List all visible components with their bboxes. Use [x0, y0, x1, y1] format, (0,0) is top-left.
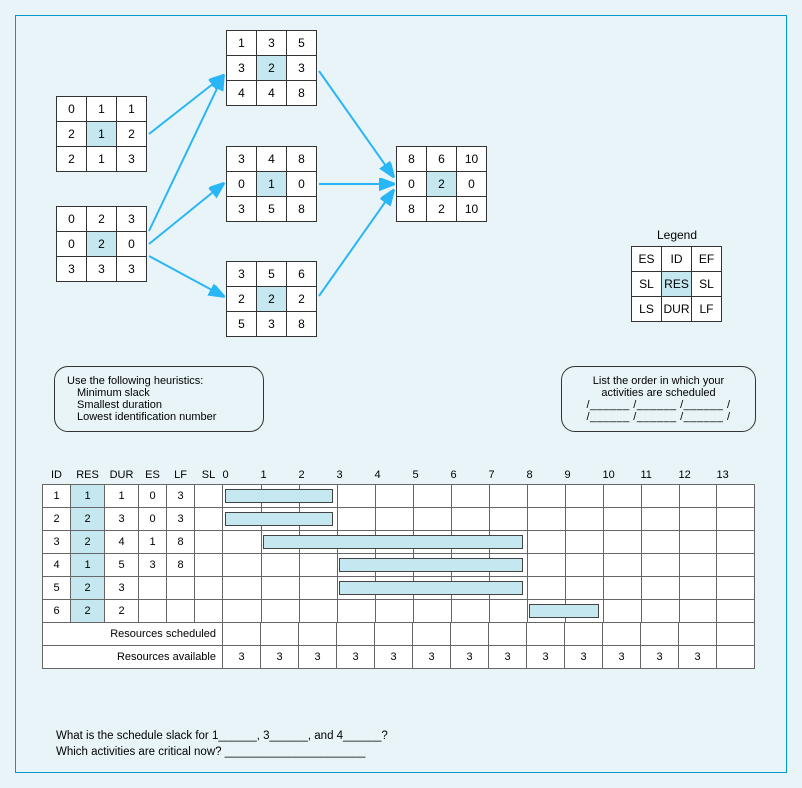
time-3: 3	[337, 466, 375, 484]
order-blanks-1: /______ /______ /______ /	[574, 399, 743, 411]
order-box: List the order in which your activities …	[561, 366, 756, 432]
heuristics-title: Use the following heuristics:	[67, 375, 251, 387]
row-available: Resources available3333333333333	[43, 645, 755, 668]
gantt-bar	[529, 604, 599, 618]
gantt-row: 32418	[43, 530, 755, 553]
col-dur: DUR	[105, 466, 139, 484]
time-9: 9	[565, 466, 603, 484]
heuristic-1: Minimum slack	[77, 387, 251, 399]
time-12: 12	[679, 466, 717, 484]
page: 011 212 213 023 020 333 135 323 448 348 …	[0, 0, 802, 788]
time-13: 13	[717, 466, 755, 484]
time-0: 0	[223, 466, 261, 484]
order-title-line1: List the order in which your	[574, 375, 743, 387]
heuristics-box: Use the following heuristics: Minimum sl…	[54, 366, 264, 432]
col-lf: LF	[167, 466, 195, 484]
time-6: 6	[451, 466, 489, 484]
question-1: What is the schedule slack for 1______, …	[56, 728, 388, 744]
heuristic-2: Smallest duration	[77, 399, 251, 411]
time-11: 11	[641, 466, 679, 484]
gantt-row: 22303	[43, 507, 755, 530]
row-scheduled: Resources scheduled	[43, 622, 755, 645]
network-arrows	[16, 16, 786, 346]
questions: What is the schedule slack for 1______, …	[56, 728, 388, 760]
gantt-bar	[225, 489, 333, 503]
time-4: 4	[375, 466, 413, 484]
time-10: 10	[603, 466, 641, 484]
gantt-bar	[339, 558, 523, 572]
gantt-row: 523	[43, 576, 755, 599]
order-blanks-2: /______ /______ /______ /	[574, 411, 743, 423]
gantt-bar	[263, 535, 523, 549]
order-title-line2: activities are scheduled	[574, 387, 743, 399]
time-7: 7	[489, 466, 527, 484]
gantt-row: 41538	[43, 553, 755, 576]
col-res: RES	[71, 466, 105, 484]
gantt-row: 622	[43, 599, 755, 622]
gantt-row: 11103	[43, 484, 755, 507]
col-sl: SL	[195, 466, 223, 484]
gantt-bar	[225, 512, 333, 526]
time-8: 8	[527, 466, 565, 484]
gantt-bar	[339, 581, 523, 595]
time-2: 2	[299, 466, 337, 484]
time-5: 5	[413, 466, 451, 484]
heuristic-3: Lowest identification number	[77, 411, 251, 423]
time-1: 1	[261, 466, 299, 484]
col-es: ES	[139, 466, 167, 484]
question-2: Which activities are critical now? _____…	[56, 744, 388, 760]
col-id: ID	[43, 466, 71, 484]
diagram-container: 011 212 213 023 020 333 135 323 448 348 …	[15, 15, 787, 773]
gantt-table: IDRESDURESLFSL01234567891011121311103223…	[42, 466, 755, 669]
